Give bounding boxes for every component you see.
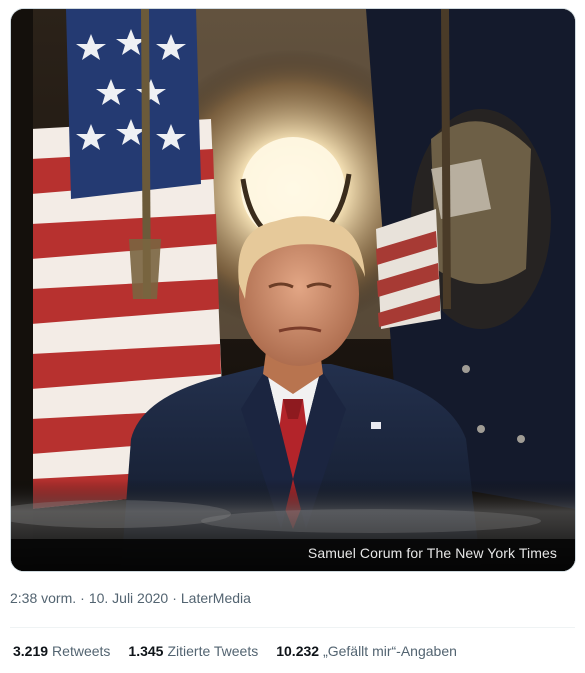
likes-count: 10.232 xyxy=(276,643,320,659)
separator: · xyxy=(80,590,85,606)
separator: · xyxy=(172,590,177,606)
retweets-label: Retweets xyxy=(52,643,111,659)
retweets-stat[interactable]: 3.219 Retweets xyxy=(13,643,110,659)
tweet-date[interactable]: 10. Juli 2020 xyxy=(89,590,168,606)
quote-tweets-label: Zitierte Tweets xyxy=(167,643,259,659)
likes-label: „Gefällt mir“-Angaben xyxy=(323,643,457,659)
engagement-stats: 3.219 Retweets 1.345 Zitierte Tweets 10.23… xyxy=(13,643,457,659)
photo-credit: Samuel Corum for The New York Times xyxy=(307,545,557,561)
divider xyxy=(10,627,575,628)
photo[interactable] xyxy=(11,9,575,571)
quote-tweets-stat[interactable]: 1.345 Zitierte Tweets xyxy=(128,643,258,659)
tweet-photo-card[interactable]: Samuel Corum for The New York Times xyxy=(10,8,576,572)
tweet-time[interactable]: 2:38 vorm. xyxy=(10,590,76,606)
tweet-source-link[interactable]: LaterMedia xyxy=(181,590,251,606)
tweet-metadata: 2:38 vorm. · 10. Juli 2020 · LaterMedia xyxy=(10,590,251,606)
likes-stat[interactable]: 10.232 „Gefällt mir“-Angaben xyxy=(276,643,457,659)
quote-tweets-count: 1.345 xyxy=(128,643,164,659)
retweets-count: 3.219 xyxy=(13,643,49,659)
